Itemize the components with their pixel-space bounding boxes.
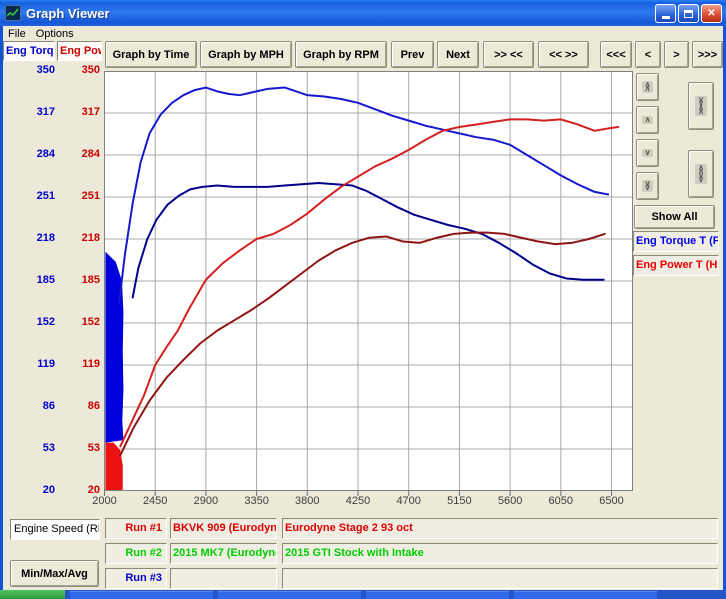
y-tick-torque: 317 bbox=[18, 106, 55, 118]
x-tick-rpm: 5600 bbox=[488, 495, 532, 507]
taskbar-item[interactable] bbox=[366, 591, 509, 599]
menu-bar: File Options bbox=[3, 26, 723, 41]
dyno-chart bbox=[104, 71, 633, 496]
run1-label: Run #1 bbox=[105, 518, 167, 539]
maximize-icon[interactable] bbox=[678, 4, 699, 23]
taskbar-item[interactable] bbox=[70, 591, 213, 599]
y-tick-power: 152 bbox=[63, 316, 100, 328]
y-tick-power: 218 bbox=[63, 232, 100, 244]
x-tick-rpm: 2450 bbox=[133, 495, 177, 507]
y-tick-torque: 284 bbox=[18, 148, 55, 160]
start-button[interactable] bbox=[0, 590, 65, 599]
y-tick-power: 251 bbox=[63, 190, 100, 202]
run2-desc-field[interactable]: 2015 GTI Stock with Intake bbox=[282, 543, 718, 564]
legend-power: Eng Power T (HP) bbox=[633, 255, 719, 276]
y-tick-torque: 20 bbox=[18, 484, 55, 496]
y-axis-power-label: Eng Power bbox=[57, 41, 102, 61]
x-tick-rpm: 4700 bbox=[387, 495, 431, 507]
graph-by-time-button[interactable]: Graph by Time bbox=[105, 41, 197, 68]
y-tick-torque: 251 bbox=[18, 190, 55, 202]
shift-in-button[interactable]: >> << bbox=[483, 41, 534, 68]
x-axis-name-box: Engine Speed (RPM) bbox=[10, 519, 100, 540]
scroll-up-button[interactable]: ∧ bbox=[636, 106, 659, 134]
run3-label: Run #3 bbox=[105, 568, 167, 589]
shift-out-button[interactable]: << >> bbox=[538, 41, 589, 68]
show-all-button[interactable]: Show All bbox=[634, 205, 715, 229]
down-chevron-icon: ∨ bbox=[642, 149, 654, 157]
y-tick-torque: 218 bbox=[18, 232, 55, 244]
scroll-right-button[interactable]: > bbox=[664, 41, 689, 68]
run1-name-field[interactable]: BKVK 909 (Eurodyne, I bbox=[170, 518, 277, 539]
title-bar[interactable]: Graph Viewer ✕ bbox=[0, 0, 726, 26]
graph-by-mph-button[interactable]: Graph by MPH bbox=[200, 41, 292, 68]
scroll-left-button[interactable]: < bbox=[635, 41, 661, 68]
run3-name-field[interactable] bbox=[170, 568, 277, 589]
y-tick-torque: 152 bbox=[18, 316, 55, 328]
scroll-down-button[interactable]: ∨ bbox=[636, 139, 659, 167]
x-tick-rpm: 4250 bbox=[336, 495, 380, 507]
chevrons-inward-icon: ∨ ∨ ∧ ∧ bbox=[695, 96, 707, 116]
graph-by-rpm-button[interactable]: Graph by RPM bbox=[295, 41, 387, 68]
scroll-down-fast-button[interactable]: ∨ ∨ bbox=[636, 172, 659, 200]
menu-options[interactable]: Options bbox=[36, 28, 74, 40]
minimize-icon[interactable] bbox=[655, 4, 676, 23]
y-tick-power: 350 bbox=[63, 64, 100, 76]
close-icon[interactable]: ✕ bbox=[701, 4, 722, 23]
y-tick-power: 185 bbox=[63, 274, 100, 286]
chevrons-outward-icon: ∧ ∧ ∨ ∨ bbox=[695, 164, 707, 184]
y-tick-torque: 185 bbox=[18, 274, 55, 286]
app-icon bbox=[5, 5, 21, 21]
x-tick-rpm: 6500 bbox=[590, 495, 634, 507]
taskbar-item[interactable] bbox=[514, 591, 657, 599]
window-title: Graph Viewer bbox=[26, 6, 110, 21]
x-tick-rpm: 5150 bbox=[437, 495, 481, 507]
zoom-out-vertical-button[interactable]: ∧ ∧ ∨ ∨ bbox=[688, 150, 714, 198]
up-chevron-icon: ∧ bbox=[642, 116, 654, 124]
run2-label: Run #2 bbox=[105, 543, 167, 564]
y-tick-power: 119 bbox=[63, 358, 100, 370]
y-tick-torque: 53 bbox=[18, 442, 55, 454]
y-tick-power: 317 bbox=[63, 106, 100, 118]
x-tick-rpm: 2000 bbox=[83, 495, 127, 507]
min-max-avg-button[interactable]: Min/Max/Avg bbox=[10, 560, 99, 587]
x-tick-rpm: 6050 bbox=[539, 495, 583, 507]
x-tick-rpm: 3800 bbox=[285, 495, 329, 507]
y-tick-power: 86 bbox=[63, 400, 100, 412]
scroll-right-fast-button[interactable]: >>> bbox=[692, 41, 723, 68]
y-tick-torque: 119 bbox=[18, 358, 55, 370]
x-tick-rpm: 3350 bbox=[235, 495, 279, 507]
scroll-left-fast-button[interactable]: <<< bbox=[600, 41, 632, 68]
zoom-in-vertical-button[interactable]: ∨ ∨ ∧ ∧ bbox=[688, 82, 714, 130]
double-up-chevron-icon: ∧ ∧ bbox=[642, 81, 654, 93]
y-tick-torque: 350 bbox=[18, 64, 55, 76]
y-tick-power: 284 bbox=[63, 148, 100, 160]
taskbar-item[interactable] bbox=[218, 591, 361, 599]
run3-desc-field[interactable] bbox=[282, 568, 718, 589]
window-border-left bbox=[0, 26, 3, 590]
scroll-up-fast-button[interactable]: ∧ ∧ bbox=[636, 73, 659, 101]
y-tick-power: 53 bbox=[63, 442, 100, 454]
run1-desc-field[interactable]: Eurodyne Stage 2 93 oct bbox=[282, 518, 718, 539]
menu-file[interactable]: File bbox=[8, 28, 26, 40]
legend-torque: Eng Torque T (Ft-lb) bbox=[633, 231, 719, 252]
next-button[interactable]: Next bbox=[437, 41, 479, 68]
double-down-chevron-icon: ∨ ∨ bbox=[642, 180, 654, 192]
y-axis-torque-label: Eng Torque bbox=[3, 41, 55, 61]
x-tick-rpm: 2900 bbox=[184, 495, 228, 507]
prev-button[interactable]: Prev bbox=[391, 41, 434, 68]
y-tick-torque: 86 bbox=[18, 400, 55, 412]
run2-name-field[interactable]: 2015 MK7 (Eurodyne, E bbox=[170, 543, 277, 564]
